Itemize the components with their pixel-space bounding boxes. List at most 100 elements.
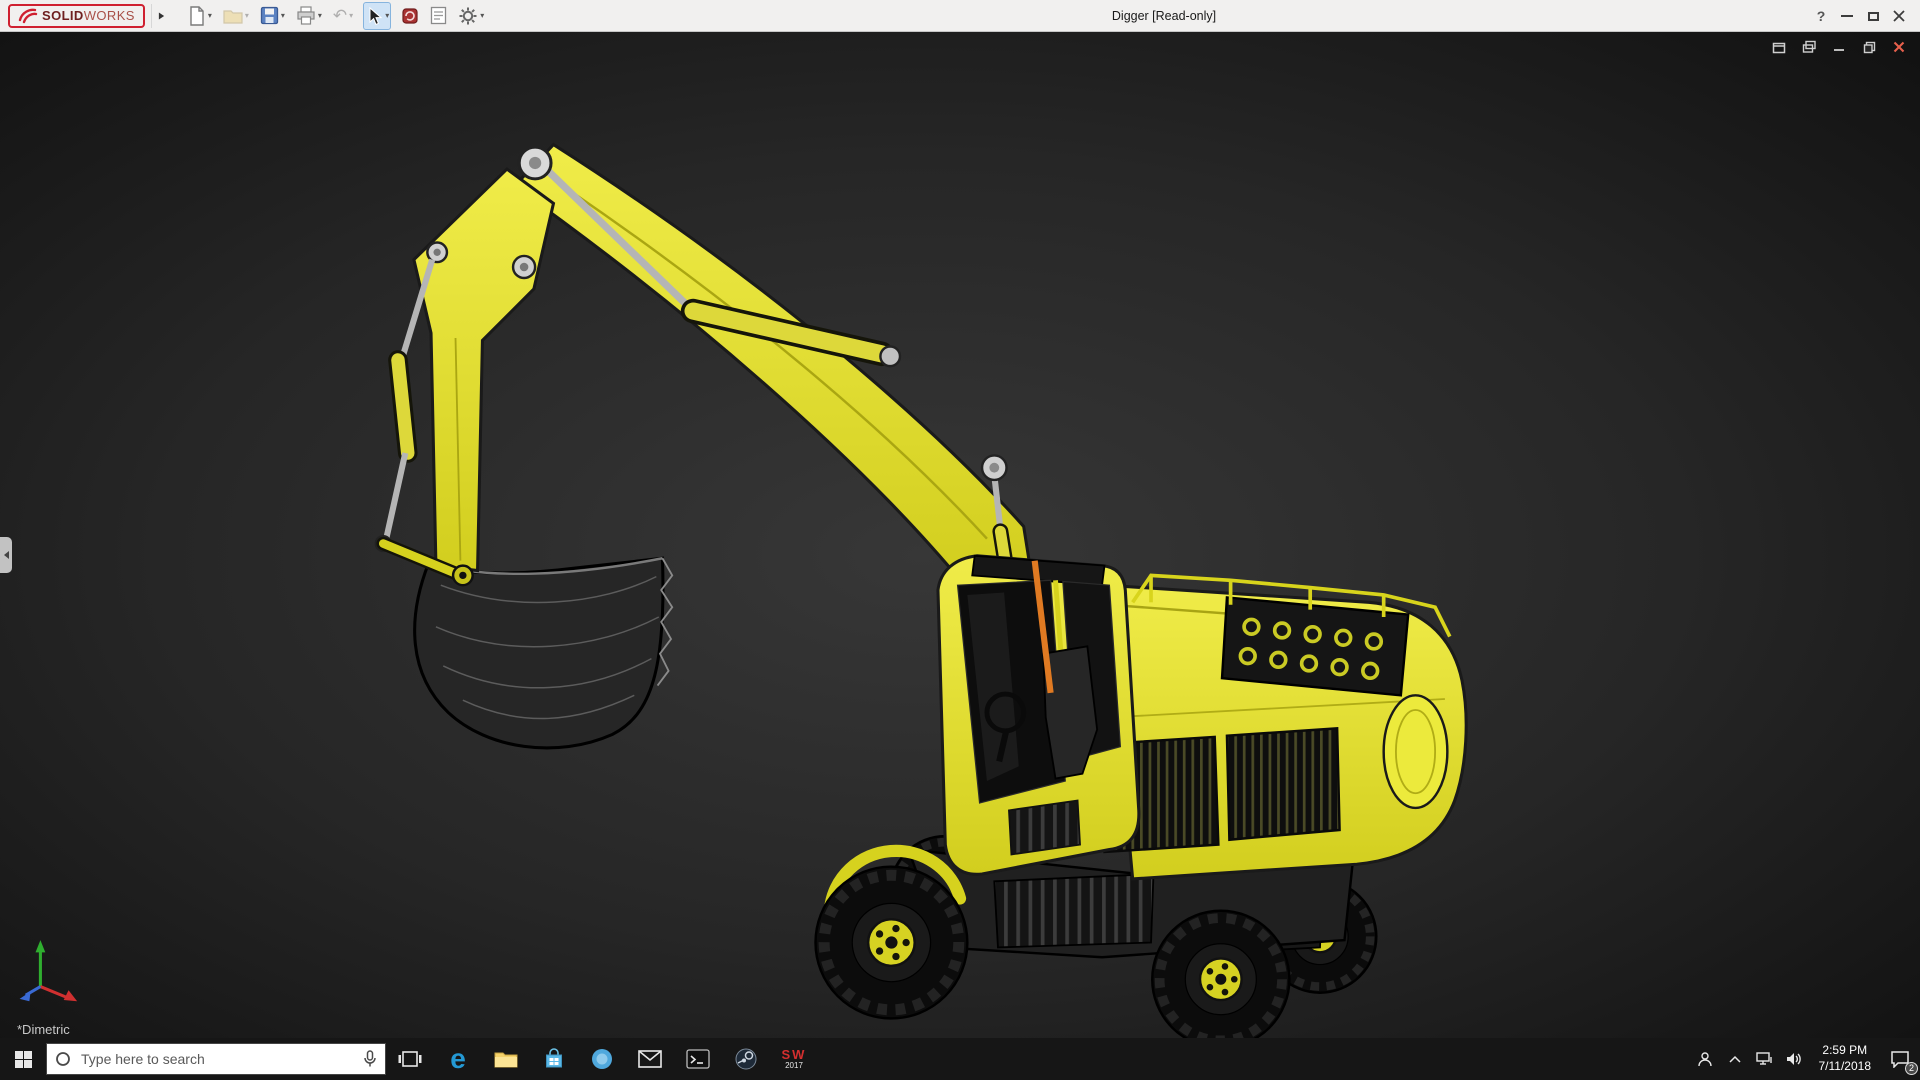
print-button[interactable]: ▾: [295, 2, 323, 30]
edge-browser-button[interactable]: e: [434, 1038, 482, 1080]
side-grille-right: [1225, 727, 1341, 842]
dropdown-caret[interactable]: ▾: [385, 11, 389, 20]
mail-envelope-icon: [638, 1050, 662, 1068]
new-window-button[interactable]: [1770, 38, 1788, 56]
system-tray: 2:59 PM 7/11/2018 2: [1690, 1038, 1920, 1080]
dropdown-caret[interactable]: ▾: [480, 11, 484, 20]
ds-logo-icon: [18, 8, 38, 23]
save-button[interactable]: ▾: [259, 2, 286, 30]
minimize-doc-icon: [1834, 49, 1844, 51]
help-icon: ?: [1816, 8, 1826, 24]
store-bag-icon: [546, 1048, 562, 1068]
rebuild-icon: [402, 7, 418, 24]
action-center-button[interactable]: 2: [1880, 1038, 1920, 1080]
minimize-icon: [1841, 15, 1853, 17]
task-view-icon: [398, 1051, 422, 1067]
chevron-up-icon: [1728, 1055, 1741, 1063]
window-title: Digger [Read-only]: [1111, 8, 1217, 23]
restore-doc-button[interactable]: [1860, 38, 1878, 56]
minimize-doc-button[interactable]: [1830, 38, 1848, 56]
select-tool-button[interactable]: ▾: [363, 1, 392, 30]
windows-logo-icon: [14, 1050, 32, 1068]
panel-arrow-icon: [3, 551, 9, 559]
people-button[interactable]: [1690, 1038, 1720, 1080]
new-window-icon: [1772, 42, 1786, 54]
minimize-button[interactable]: [1834, 0, 1860, 32]
3d-scene[interactable]: [0, 32, 1920, 1038]
close-button[interactable]: [1886, 0, 1912, 32]
flyout-arrow-icon: [158, 12, 164, 19]
window-controls: ?: [1808, 0, 1912, 32]
clock-date: 7/11/2018: [1818, 1059, 1872, 1073]
taskbar: e: [0, 1038, 1920, 1080]
volume-icon: [1786, 1053, 1801, 1065]
view-orientation-label: *Dimetric: [17, 1022, 70, 1037]
toolbar-flyout-button[interactable]: [150, 3, 171, 28]
blue-circle-app-icon: [592, 1049, 612, 1069]
mail-button[interactable]: [626, 1038, 674, 1080]
new-document-icon: [190, 5, 204, 26]
maximize-icon: [1867, 11, 1879, 21]
app-titlebar: SOLIDWORKS ▾ ▾ ▾ ▾ ↶ ▾ ▾ ▾ Digger [Read-…: [0, 0, 1920, 32]
undo-button[interactable]: ↶ ▾: [332, 2, 354, 30]
dropdown-caret[interactable]: ▾: [208, 11, 212, 20]
undo-icon: ↶: [332, 6, 348, 25]
close-doc-icon: [1893, 41, 1905, 53]
network-icon: [1755, 1052, 1772, 1065]
command-prompt-button[interactable]: [674, 1038, 722, 1080]
excavator-wheel-rear-near[interactable]: [1151, 909, 1291, 1038]
excavator-body[interactable]: [1098, 573, 1468, 881]
taskbar-clock[interactable]: 2:59 PM 7/11/2018: [1810, 1038, 1881, 1080]
store-button[interactable]: [530, 1038, 578, 1080]
help-button[interactable]: ?: [1808, 0, 1834, 32]
network-button[interactable]: [1750, 1038, 1780, 1080]
options-button[interactable]: ▾: [457, 2, 485, 30]
cab-lower-grille: [1008, 799, 1081, 856]
select-cursor-icon: [369, 6, 383, 25]
task-view-button[interactable]: [386, 1038, 434, 1080]
dropdown-caret[interactable]: ▾: [349, 11, 353, 20]
hidden-icons-button[interactable]: [1720, 1038, 1750, 1080]
dropdown-caret[interactable]: ▾: [281, 11, 285, 20]
file-properties-icon: [431, 6, 447, 25]
search-input[interactable]: [79, 1050, 355, 1068]
people-icon: [1697, 1052, 1712, 1067]
quick-access-toolbar: ▾ ▾ ▾ ▾ ↶ ▾ ▾ ▾: [187, 1, 485, 30]
cortana-icon: [56, 1052, 70, 1066]
file-explorer-icon: [494, 1052, 518, 1068]
edge-icon: e: [450, 1043, 466, 1074]
dark-circle-app-button[interactable]: [722, 1038, 770, 1080]
new-document-button[interactable]: ▾: [187, 2, 213, 30]
print-icon: [297, 6, 315, 25]
rebuild-button[interactable]: [400, 2, 420, 30]
solidworks-logo: SOLIDWORKS: [8, 3, 145, 28]
microphone-icon[interactable]: [363, 1050, 377, 1068]
open-button[interactable]: ▾: [222, 2, 250, 30]
file-explorer-button[interactable]: [482, 1038, 530, 1080]
options-gear-icon: [459, 7, 477, 24]
solidworks-2017-button[interactable]: SW 2017: [770, 1038, 818, 1080]
excavator-cab[interactable]: [936, 554, 1141, 876]
collapsed-panel-handle[interactable]: [0, 537, 12, 573]
graphics-viewport[interactable]: *Dimetric: [0, 32, 1920, 1038]
restore-doc-icon: [1863, 41, 1875, 53]
close-doc-button[interactable]: [1890, 38, 1908, 56]
blue-circle-app-button[interactable]: [578, 1038, 626, 1080]
close-icon: [1893, 10, 1905, 22]
command-prompt-icon: [686, 1049, 710, 1069]
document-window-controls: [1770, 38, 1908, 56]
solidworks-2017-icon: SW 2017: [781, 1047, 807, 1070]
clock-time: 2:59 PM: [1822, 1043, 1868, 1058]
excavator-wheel-front-near[interactable]: [814, 865, 969, 1020]
dropdown-caret[interactable]: ▾: [318, 11, 322, 20]
taskbar-search[interactable]: [46, 1043, 386, 1075]
start-button[interactable]: [0, 1038, 46, 1080]
brand-works: WORKS: [83, 7, 135, 23]
maximize-button[interactable]: [1860, 0, 1886, 32]
desktop-screen: SOLIDWORKS ▾ ▾ ▾ ▾ ↶ ▾ ▾ ▾ Digger [Read-…: [0, 0, 1920, 1080]
cascade-windows-button[interactable]: [1800, 38, 1818, 56]
dropdown-caret[interactable]: ▾: [245, 11, 249, 20]
volume-button[interactable]: [1780, 1038, 1810, 1080]
dark-circle-app-icon: [735, 1048, 757, 1070]
file-properties-button[interactable]: [429, 2, 448, 30]
